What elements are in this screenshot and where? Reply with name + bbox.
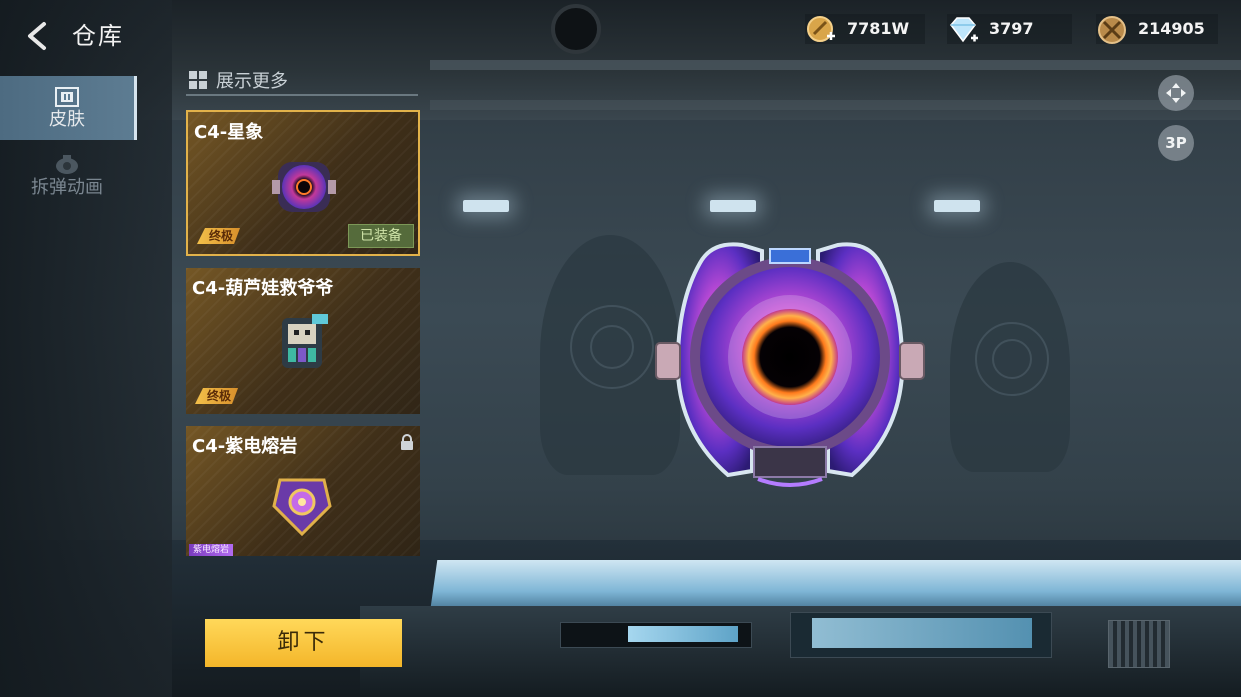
counter-panel-light: [812, 618, 1032, 648]
shooting-target: [950, 262, 1070, 472]
back-arrow-icon: [28, 22, 46, 50]
ceiling-beam: [430, 100, 1241, 110]
skin-card-name: C4-葫芦娃救爷爷: [192, 278, 334, 299]
skin-card-name: C4-紫电熔岩: [192, 436, 298, 457]
skin-card-purple-lava[interactable]: C4-紫电熔岩 紫电熔岩: [186, 426, 420, 556]
view-mode-button[interactable]: 3P: [1158, 125, 1194, 161]
wall-light: [710, 200, 756, 212]
rotate-view-button[interactable]: [1158, 75, 1194, 111]
ceiling-hatch: [551, 4, 601, 54]
back-button[interactable]: [20, 18, 56, 54]
counter-top: [430, 560, 1241, 612]
diamond-icon: [950, 17, 978, 43]
tab-defuse-animation-label: 拆弹动画: [31, 177, 103, 198]
currency-gold[interactable]: 7781W: [805, 14, 925, 44]
tab-skins[interactable]: 皮肤: [0, 76, 137, 140]
skin-card-name: C4-星象: [194, 122, 264, 143]
currency-diamond-value: 3797: [989, 19, 1034, 38]
tab-defuse-animation[interactable]: 拆弹动画: [0, 144, 134, 208]
show-more-header[interactable]: 展示更多: [186, 66, 418, 96]
gold-coin-icon: [807, 16, 835, 42]
currency-medal-value: 214905: [1138, 19, 1205, 38]
skin-tag: 紫电熔岩: [189, 544, 234, 556]
c4-calabash-thumbnail-icon: [282, 314, 328, 368]
counter-vent: [1108, 620, 1170, 668]
skin-card-calabash[interactable]: C4-葫芦娃救爷爷 终极: [186, 268, 420, 414]
wall-light: [934, 200, 980, 212]
counter-slot-light: [628, 626, 738, 642]
show-more-label: 展示更多: [216, 71, 288, 92]
skin-card-astral[interactable]: C4-星象 终极 已装备: [186, 110, 420, 256]
skin-icon: [55, 87, 79, 107]
grade-badge: 终极: [197, 228, 240, 244]
grade-badge: 终极: [195, 388, 238, 404]
defuse-camera-icon: [56, 155, 78, 174]
c4-astral-thumbnail-icon: [272, 162, 336, 212]
c4-purple-lava-thumbnail-icon: [272, 478, 332, 537]
grid-icon: [189, 71, 207, 89]
c4-astral-preview-image: [655, 242, 925, 487]
currency-medal[interactable]: 214905: [1096, 14, 1218, 44]
ceiling-beam: [430, 60, 1241, 70]
equipped-badge: 已装备: [348, 224, 414, 248]
unequip-button[interactable]: 卸下: [205, 619, 402, 667]
wall-light: [463, 200, 509, 212]
lock-icon: [401, 434, 413, 450]
tab-skins-label: 皮肤: [49, 109, 85, 130]
currency-diamond[interactable]: 3797: [947, 14, 1072, 44]
dpad-icon: [1166, 83, 1186, 103]
page-title: 仓库: [72, 22, 124, 50]
crossed-swords-coin-icon: [1098, 16, 1126, 44]
currency-gold-value: 7781W: [847, 19, 910, 38]
